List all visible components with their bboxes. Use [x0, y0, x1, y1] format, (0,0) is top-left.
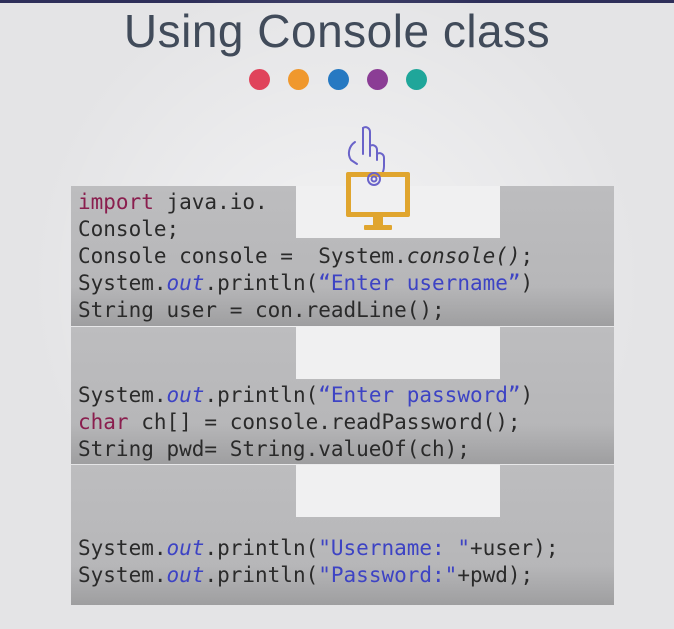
dot-orange	[288, 69, 309, 90]
code-line: System.out.println("Password:"+pwd);	[78, 563, 533, 587]
code-text: )	[520, 271, 534, 295]
code-field: out	[166, 563, 205, 587]
code-line: Console console = System.console();	[78, 244, 533, 268]
code-line: String user = con.readLine();	[78, 298, 445, 322]
code-text: System.	[78, 536, 167, 560]
code-string: “Enter username”	[318, 271, 521, 295]
code-string: “Enter password”	[318, 383, 521, 407]
code-line: System.out.println(“Enter password”)	[78, 383, 533, 407]
code-method: console()	[406, 244, 521, 268]
code-text: System.	[78, 563, 167, 587]
keyword: import	[78, 190, 154, 214]
keyword: char	[78, 410, 129, 434]
code-line: System.out.println(“Enter username”)	[78, 271, 533, 295]
code-text: .println(	[204, 271, 319, 295]
code-block-2: System.out.println(“Enter password”) cha…	[78, 382, 533, 463]
code-line: Console;	[78, 217, 180, 241]
code-line: String pwd= String.valueOf(ch);	[78, 437, 470, 461]
code-text: System.	[78, 271, 167, 295]
code-text: ;	[520, 244, 534, 268]
code-text: +pwd);	[457, 563, 534, 587]
panel-notch-bottom	[296, 465, 500, 517]
code-block-1: import java.io. Console; Console console…	[78, 189, 533, 324]
code-line: char ch[] = console.readPassword();	[78, 410, 521, 434]
code-text: ch[] = console.readPassword();	[128, 410, 521, 434]
code-field: out	[166, 383, 205, 407]
code-text: .println(	[204, 563, 319, 587]
code-field: out	[166, 536, 205, 560]
code-line: import java.io.	[78, 190, 268, 214]
slide-title: Using Console class	[123, 5, 551, 57]
code-text: .println(	[204, 383, 319, 407]
panel-notch-middle	[296, 327, 500, 379]
dot-teal	[406, 69, 427, 90]
dot-red	[249, 69, 270, 90]
dot-purple	[367, 69, 388, 90]
code-text: java.io.	[153, 190, 268, 214]
code-string: "Password:"	[318, 563, 458, 587]
code-line: System.out.println("Username: "+user);	[78, 536, 558, 560]
code-field: out	[166, 271, 205, 295]
code-text: .println(	[204, 536, 319, 560]
code-text: )	[520, 383, 534, 407]
code-string: "Username: "	[318, 536, 470, 560]
dot-blue	[328, 69, 349, 90]
code-text: +user);	[469, 536, 559, 560]
code-text: System.	[78, 383, 167, 407]
code-block-3: System.out.println("Username: "+user); S…	[78, 535, 558, 589]
code-text: Console console = System.	[78, 244, 407, 268]
